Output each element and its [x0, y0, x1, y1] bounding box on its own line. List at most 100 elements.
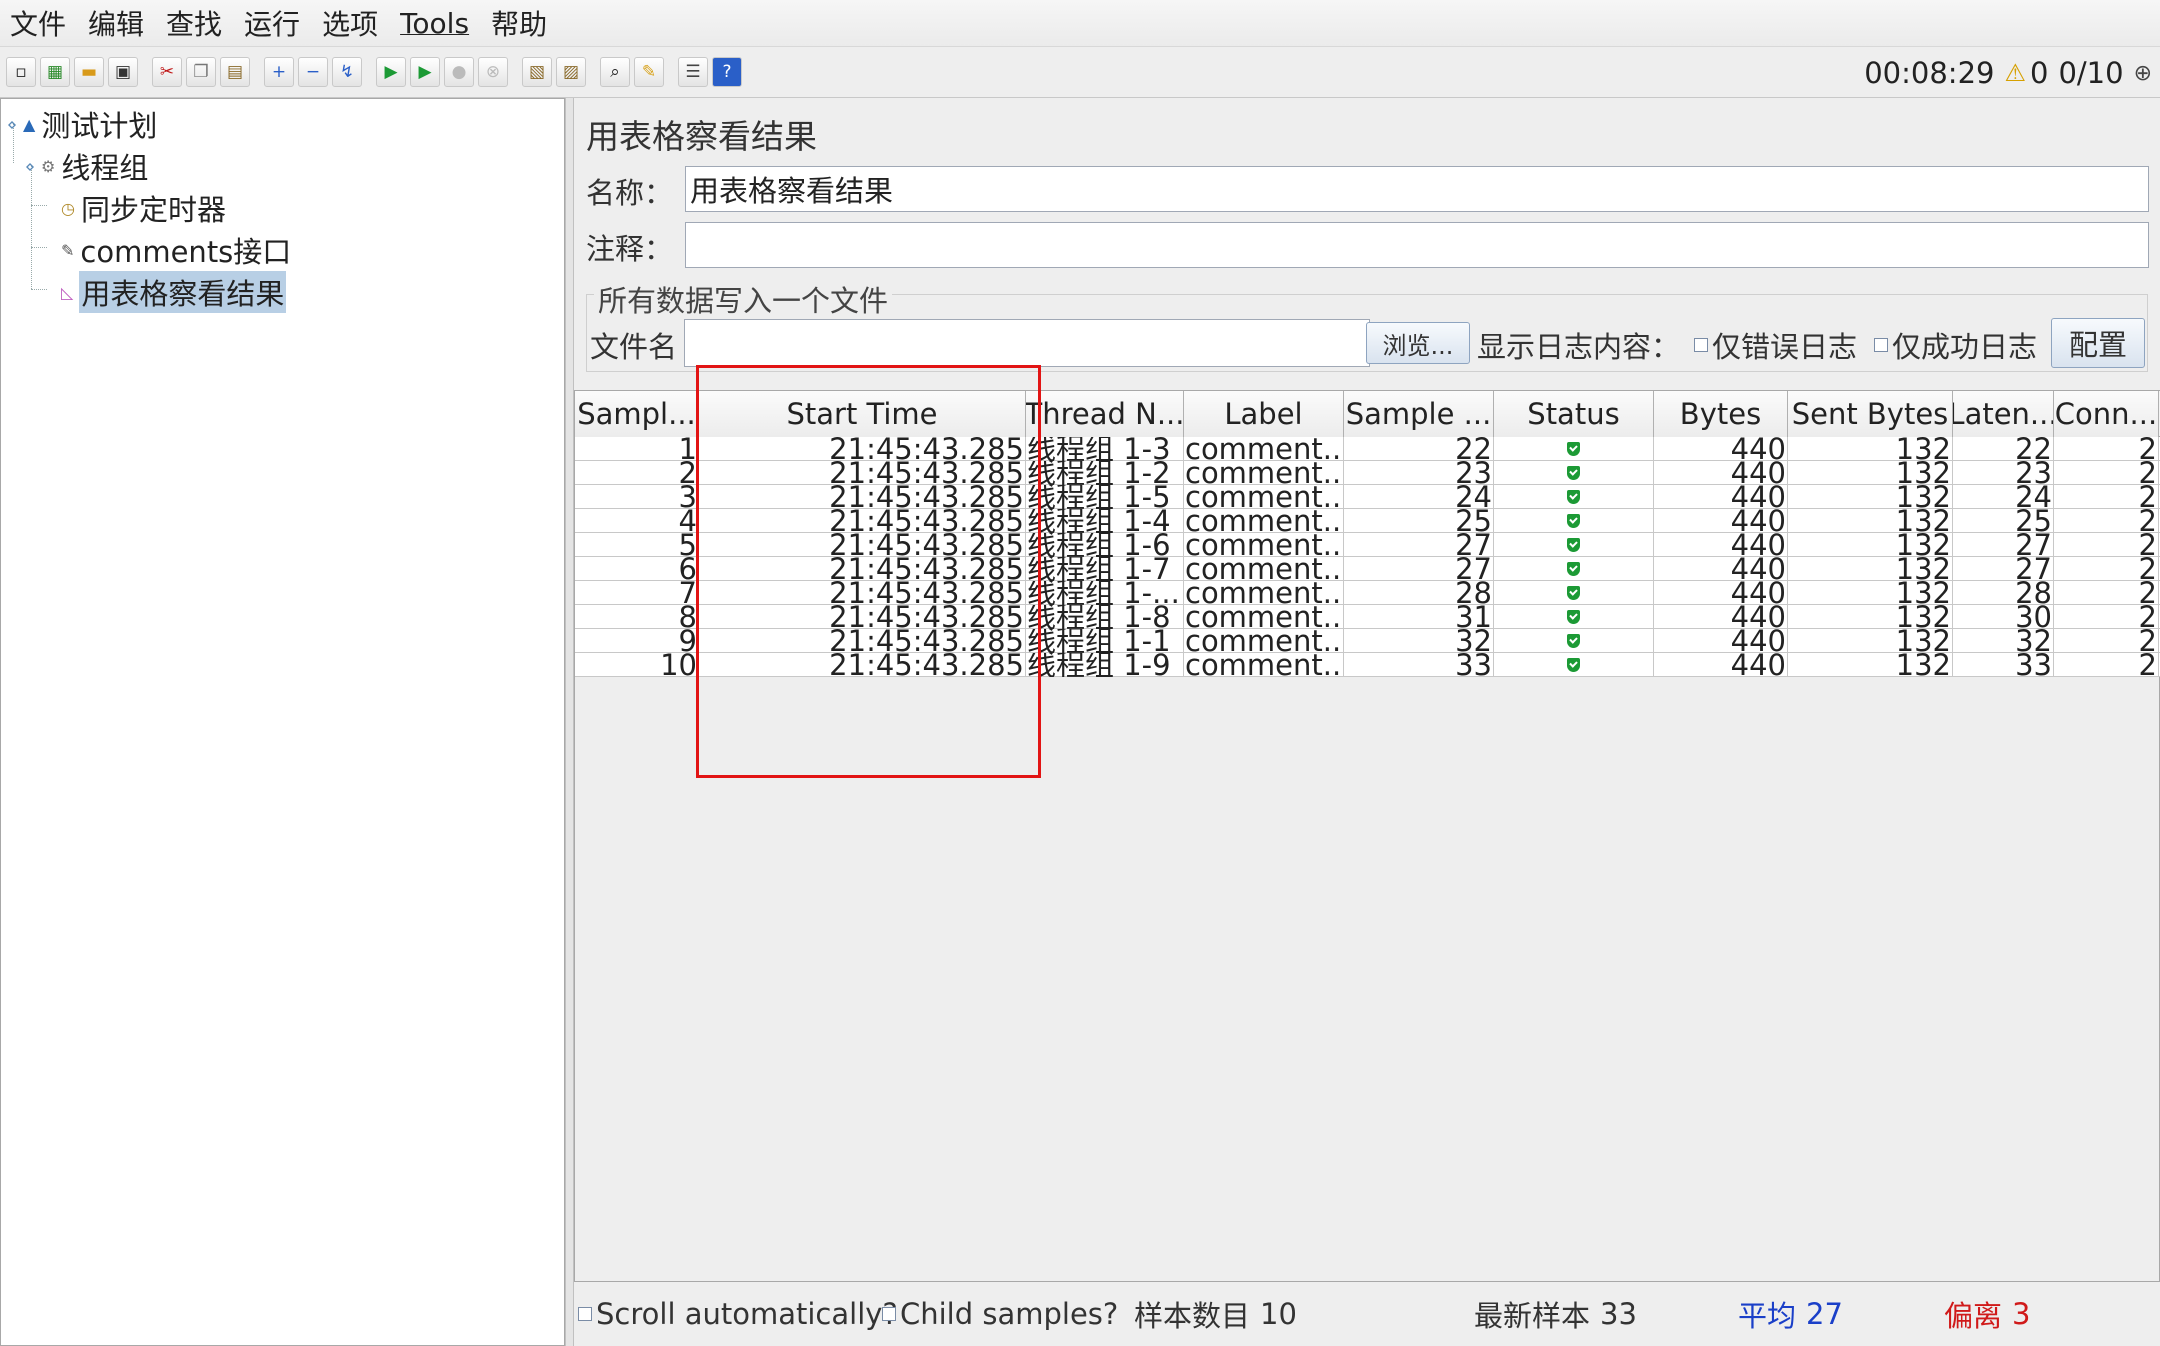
cell-sample: 3: [575, 485, 699, 509]
comment-field[interactable]: [685, 222, 2149, 268]
tree-node-sampler[interactable]: ✎ comments接口: [61, 229, 291, 271]
paste-icon[interactable]: ▤: [220, 57, 250, 87]
table-row[interactable]: 4 21:45:43.285 线程组 1-4 comment... 25 440 132 25…: [575, 509, 2160, 533]
copy-icon[interactable]: ❐: [186, 57, 216, 87]
menu-help[interactable]: 帮助: [489, 3, 549, 43]
filename-field[interactable]: [684, 319, 1370, 367]
toggle-icon[interactable]: ↯: [332, 57, 362, 87]
cell-bytes: 440: [1654, 581, 1788, 605]
success-only-checkbox[interactable]: [1874, 338, 1888, 352]
cell-label: comment...: [1185, 605, 1344, 629]
collapse-icon[interactable]: −: [298, 57, 328, 87]
col-latency[interactable]: Laten...: [1953, 391, 2054, 437]
cell-connect: 2: [2054, 557, 2159, 581]
table-row[interactable]: 6 21:45:43.285 线程组 1-7 comment... 27 440 132 27…: [575, 557, 2160, 581]
tree-node-timer[interactable]: ◷ 同步定时器: [61, 187, 226, 229]
search-icon[interactable]: ⌕: [600, 57, 630, 87]
file-group-title: 所有数据写入一个文件: [594, 278, 893, 320]
shutdown-icon[interactable]: ⊗: [478, 57, 508, 87]
tree-node-thread-group[interactable]: ⋄ ⚙ 线程组: [25, 145, 148, 187]
stop-icon[interactable]: ●: [444, 57, 474, 87]
menu-file[interactable]: 文件: [8, 3, 68, 43]
latest-sample-label: 最新样本: [1474, 1299, 1591, 1333]
cut-icon[interactable]: ✂: [152, 57, 182, 87]
scroll-auto-option[interactable]: Scroll automatically?: [578, 1297, 898, 1331]
status-ok-icon: [1567, 466, 1580, 480]
cell-connect: 2: [2054, 485, 2159, 509]
tree-node-listener[interactable]: ◺ 用表格察看结果: [61, 271, 287, 313]
cell-start-time: 21:45:43.285: [699, 557, 1026, 581]
remote-icon[interactable]: ⊕: [2134, 61, 2152, 86]
cell-connect: 2: [2054, 629, 2159, 653]
clear-icon[interactable]: ▧: [522, 57, 552, 87]
panel-splitter[interactable]: [565, 98, 574, 1346]
menu-options[interactable]: 选项: [320, 3, 380, 43]
col-sample[interactable]: Sampl...: [575, 391, 699, 437]
table-row[interactable]: 5 21:45:43.285 线程组 1-6 comment... 27 440 132 27…: [575, 533, 2160, 557]
cell-bytes: 440: [1654, 533, 1788, 557]
open-icon[interactable]: ▬: [74, 57, 104, 87]
expand-handle-icon[interactable]: ⋄: [7, 115, 17, 134]
table-row[interactable]: 9 21:45:43.285 线程组 1-1 comment... 32 440 132 32…: [575, 629, 2160, 653]
tree-node-test-plan[interactable]: ⋄ ▲ 测试计划: [7, 103, 157, 145]
col-label[interactable]: Label: [1184, 391, 1344, 437]
deviation-label: 偏离: [1944, 1299, 2003, 1333]
menu-edit[interactable]: 编辑: [86, 3, 146, 43]
menu-run[interactable]: 运行: [242, 3, 302, 43]
cell-start-time: 21:45:43.285: [699, 653, 1026, 677]
cell-connect: 2: [2054, 437, 2159, 461]
cell-label: comment...: [1185, 557, 1344, 581]
clear-all-icon[interactable]: ▨: [556, 57, 586, 87]
templates-icon[interactable]: ▦: [40, 57, 70, 87]
cell-sample-time: 25: [1344, 509, 1494, 533]
start-no-pause-icon[interactable]: ▶: [410, 57, 440, 87]
menu-search[interactable]: 查找: [164, 3, 224, 43]
cell-sample: 6: [575, 557, 699, 581]
col-connect[interactable]: Conn...: [2054, 391, 2159, 437]
child-samples-checkbox[interactable]: [882, 1307, 896, 1321]
col-thread-name[interactable]: Thread N...: [1026, 391, 1184, 437]
table-row[interactable]: 8 21:45:43.285 线程组 1-8 comment... 31 440 132 30…: [575, 605, 2160, 629]
table-row[interactable]: 10 21:45:43.285 线程组 1-9 comment... 33 440 132 3…: [575, 653, 2160, 677]
warning-icon[interactable]: ⚠: [2004, 59, 2026, 87]
cell-status: [1494, 437, 1654, 461]
start-icon[interactable]: ▶: [376, 57, 406, 87]
expand-handle-icon[interactable]: ⋄: [25, 157, 35, 176]
function-helper-icon[interactable]: ☰: [678, 57, 708, 87]
reset-search-icon[interactable]: ✎: [634, 57, 664, 87]
save-icon[interactable]: ▣: [108, 57, 138, 87]
col-sent-bytes[interactable]: Sent Bytes: [1788, 391, 1953, 437]
col-bytes[interactable]: Bytes: [1654, 391, 1788, 437]
scroll-auto-checkbox[interactable]: [578, 1307, 592, 1321]
success-only-option[interactable]: 仅成功日志: [1874, 324, 2037, 366]
cell-connect: 2: [2054, 509, 2159, 533]
errors-only-option[interactable]: 仅错误日志: [1694, 324, 1857, 366]
child-samples-option[interactable]: Child samples?: [882, 1297, 1118, 1331]
new-icon[interactable]: ▫: [6, 57, 36, 87]
cell-thread-name: 线程组 1-6: [1026, 533, 1184, 557]
status-ok-icon: [1567, 490, 1580, 504]
errors-only-checkbox[interactable]: [1694, 338, 1708, 352]
col-sample-time[interactable]: Sample ...: [1344, 391, 1494, 437]
cell-bytes: 440: [1654, 509, 1788, 533]
table-row[interactable]: 2 21:45:43.285 线程组 1-2 comment... 23 440 132 23…: [575, 461, 2160, 485]
latest-sample: 最新样本 33: [1474, 1293, 1637, 1335]
browse-button[interactable]: 浏览...: [1366, 322, 1470, 364]
cell-thread-name: 线程组 1-2: [1026, 461, 1184, 485]
help-icon[interactable]: ?: [712, 57, 742, 87]
status-ok-icon: [1567, 586, 1580, 600]
status-ok-icon: [1567, 658, 1580, 672]
cell-label: comment...: [1185, 485, 1344, 509]
cell-sample-time: 23: [1344, 461, 1494, 485]
table-row[interactable]: 1 21:45:43.285 线程组 1-3 comment... 22 440 132 22…: [575, 437, 2160, 461]
configure-button[interactable]: 配置: [2051, 318, 2145, 368]
expand-icon[interactable]: +: [264, 57, 294, 87]
col-status[interactable]: Status: [1494, 391, 1654, 437]
table-row[interactable]: 7 21:45:43.285 线程组 1-... comment... 28 440 132…: [575, 581, 2160, 605]
name-field[interactable]: [685, 166, 2149, 212]
menu-tools[interactable]: Tools: [398, 7, 471, 40]
table-row[interactable]: 3 21:45:43.285 线程组 1-5 comment... 24 440 132 24…: [575, 485, 2160, 509]
col-start-time[interactable]: Start Time: [699, 391, 1026, 437]
cell-label: comment...: [1185, 629, 1344, 653]
cell-thread-name: 线程组 1-5: [1026, 485, 1184, 509]
